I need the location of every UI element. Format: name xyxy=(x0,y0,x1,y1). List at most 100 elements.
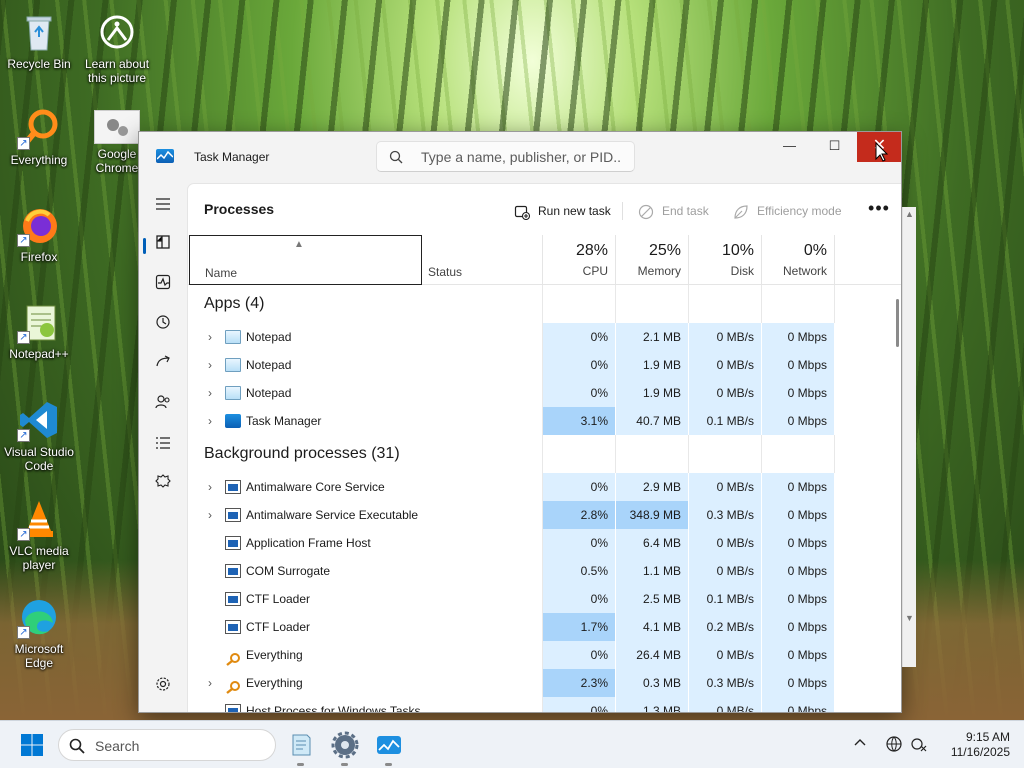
taskbar-notepad-icon[interactable] xyxy=(286,730,316,766)
system-clock[interactable]: 9:15 AM 11/16/2025 xyxy=(940,730,1010,760)
cpu-value: 0% xyxy=(543,529,616,557)
everything-icon xyxy=(225,648,241,666)
scroll-up-arrow-icon[interactable]: ▲ xyxy=(905,209,914,219)
disk-value: 0 MB/s xyxy=(689,323,762,351)
disk-value: 0.3 MB/s xyxy=(689,501,762,529)
desktop-icon-learn-about-picture[interactable]: Learn about this picture xyxy=(81,10,153,85)
expand-chevron-icon[interactable]: › xyxy=(204,407,216,435)
group-header-apps[interactable]: Apps (4) xyxy=(188,285,892,325)
end-task-label: End task xyxy=(662,204,709,218)
table-row[interactable]: › Notepad 0% 1.9 MB 0 MB/s 0 Mbps xyxy=(188,379,892,407)
end-task-icon xyxy=(638,203,654,220)
expand-chevron-icon xyxy=(204,557,216,585)
table-row[interactable]: Everything 0% 26.4 MB 0 MB/s 0 Mbps xyxy=(188,641,892,669)
memory-value: 1.1 MB xyxy=(616,557,689,585)
process-name: Everything xyxy=(246,676,303,690)
table-header: ▲ Name Status 28% CPU 25% Memory 10% Dis… xyxy=(188,235,901,285)
desktop-icon-notepad-plus-plus[interactable]: ↗ Notepad++ xyxy=(3,300,75,361)
taskbar-search-label: Search xyxy=(95,738,140,754)
windows-start-icon[interactable] xyxy=(20,733,44,757)
more-options-button[interactable]: ••• xyxy=(865,198,893,224)
clock-time: 9:15 AM xyxy=(965,730,1010,744)
taskbar-settings-icon[interactable] xyxy=(330,730,360,766)
search-input[interactable] xyxy=(421,147,621,167)
scrollbar-thumb[interactable] xyxy=(896,299,899,347)
maximize-button[interactable]: ☐ xyxy=(812,132,857,162)
memory-value: 4.1 MB xyxy=(616,613,689,641)
table-row[interactable]: COM Surrogate 0.5% 1.1 MB 0 MB/s 0 Mbps xyxy=(188,557,892,585)
group-header-background[interactable]: Background processes (31) xyxy=(188,435,892,475)
language-globe-icon[interactable] xyxy=(885,735,903,756)
desktop-icon-recycle-bin[interactable]: Recycle Bin xyxy=(3,10,75,71)
window-scrollbar[interactable]: ▲ ▼ xyxy=(902,207,916,667)
nav-app-history-icon[interactable] xyxy=(149,312,177,340)
column-header-name[interactable]: ▲ Name xyxy=(189,235,422,285)
process-search-box[interactable] xyxy=(376,141,635,172)
process-name: Task Manager xyxy=(246,414,322,428)
service-window-icon xyxy=(225,536,241,550)
desktop-icon-vscode[interactable]: ↗ Visual Studio Code xyxy=(3,398,75,473)
desktop-icon-vlc[interactable]: ↗ VLC media player xyxy=(3,497,75,572)
table-row[interactable]: › Antimalware Service Executable 2.8% 34… xyxy=(188,501,892,529)
desktop-icon-label: Firefox xyxy=(20,250,58,264)
taskbar-search[interactable]: Search xyxy=(58,729,276,761)
process-name: Antimalware Core Service xyxy=(246,480,385,494)
disk-value: 0.3 MB/s xyxy=(689,669,762,697)
expand-chevron-icon[interactable]: › xyxy=(204,379,216,407)
column-header-memory[interactable]: 25% Memory xyxy=(616,235,689,285)
process-name: Host Process for Windows Tasks xyxy=(246,704,421,713)
expand-chevron-icon[interactable]: › xyxy=(204,473,216,501)
end-task-button[interactable]: End task xyxy=(638,198,709,224)
taskbar-task-manager-icon[interactable] xyxy=(374,730,404,766)
desktop-icon-firefox[interactable]: ↗ Firefox xyxy=(3,203,75,264)
network-value: 0 Mbps xyxy=(762,557,835,585)
nav-users-icon[interactable] xyxy=(149,392,177,420)
nav-details-icon[interactable] xyxy=(149,432,177,460)
cpu-value: 0% xyxy=(543,697,616,712)
table-row[interactable]: › Task Manager 3.1% 40.7 MB 0.1 MB/s 0 M… xyxy=(188,407,892,435)
expand-chevron-icon[interactable]: › xyxy=(204,501,216,529)
scroll-down-arrow-icon[interactable]: ▼ xyxy=(905,613,914,623)
disk-value: 0.1 MB/s xyxy=(689,407,762,435)
service-window-icon xyxy=(225,592,241,606)
minimize-button[interactable]: — xyxy=(767,132,812,162)
expand-chevron-icon[interactable]: › xyxy=(204,669,216,697)
run-new-task-button[interactable]: Run new task xyxy=(514,198,611,224)
table-row[interactable]: CTF Loader 1.7% 4.1 MB 0.2 MB/s 0 Mbps xyxy=(188,613,892,641)
run-new-task-label: Run new task xyxy=(538,204,611,218)
search-icon xyxy=(69,738,85,757)
process-list-scrollbar[interactable] xyxy=(892,285,901,712)
desktop-icon-edge[interactable]: ↗ Microsoft Edge xyxy=(3,595,75,670)
column-header-status[interactable]: Status xyxy=(422,235,543,285)
table-row[interactable]: › Notepad 0% 1.9 MB 0 MB/s 0 Mbps xyxy=(188,351,892,379)
nav-services-icon[interactable] xyxy=(149,472,177,500)
efficiency-mode-button[interactable]: Efficiency mode xyxy=(733,198,842,224)
cpu-value: 0% xyxy=(543,323,616,351)
column-header-cpu[interactable]: 28% CPU xyxy=(543,235,616,285)
network-value: 0 Mbps xyxy=(762,407,835,435)
show-hidden-icons-chevron-icon[interactable] xyxy=(853,735,867,752)
table-row[interactable]: › Notepad 0% 2.1 MB 0 MB/s 0 Mbps xyxy=(188,323,892,351)
column-header-disk[interactable]: 10% Disk xyxy=(689,235,762,285)
settings-gear-icon[interactable] xyxy=(149,674,177,702)
table-row[interactable]: › Everything 2.3% 0.3 MB 0.3 MB/s 0 Mbps xyxy=(188,669,892,697)
table-row[interactable]: › Antimalware Core Service 0% 2.9 MB 0 M… xyxy=(188,473,892,501)
hamburger-menu-icon[interactable] xyxy=(149,192,177,220)
memory-total-percent: 25% xyxy=(648,242,681,259)
table-row[interactable]: CTF Loader 0% 2.5 MB 0.1 MB/s 0 Mbps xyxy=(188,585,892,613)
expand-chevron-icon[interactable]: › xyxy=(204,323,216,351)
nav-processes-icon[interactable] xyxy=(143,232,177,260)
title-bar[interactable]: Task Manager — ☐ ✕ xyxy=(139,132,901,182)
column-header-network[interactable]: 0% Network xyxy=(762,235,835,285)
memory-value: 2.5 MB xyxy=(616,585,689,613)
desktop-icon-everything[interactable]: ↗ Everything xyxy=(3,106,75,167)
table-row[interactable]: Application Frame Host 0% 6.4 MB 0 MB/s … xyxy=(188,529,892,557)
nav-startup-apps-icon[interactable] xyxy=(149,352,177,380)
table-row[interactable]: Host Process for Windows Tasks 0% 1.3 MB… xyxy=(188,697,892,713)
expand-chevron-icon[interactable]: › xyxy=(204,351,216,379)
disk-value: 0 MB/s xyxy=(689,557,762,585)
notepad-icon xyxy=(225,386,241,400)
task-manager-window: Task Manager — ☐ ✕ xyxy=(138,131,902,713)
network-disconnected-icon[interactable] xyxy=(910,735,928,756)
nav-performance-icon[interactable] xyxy=(149,272,177,300)
